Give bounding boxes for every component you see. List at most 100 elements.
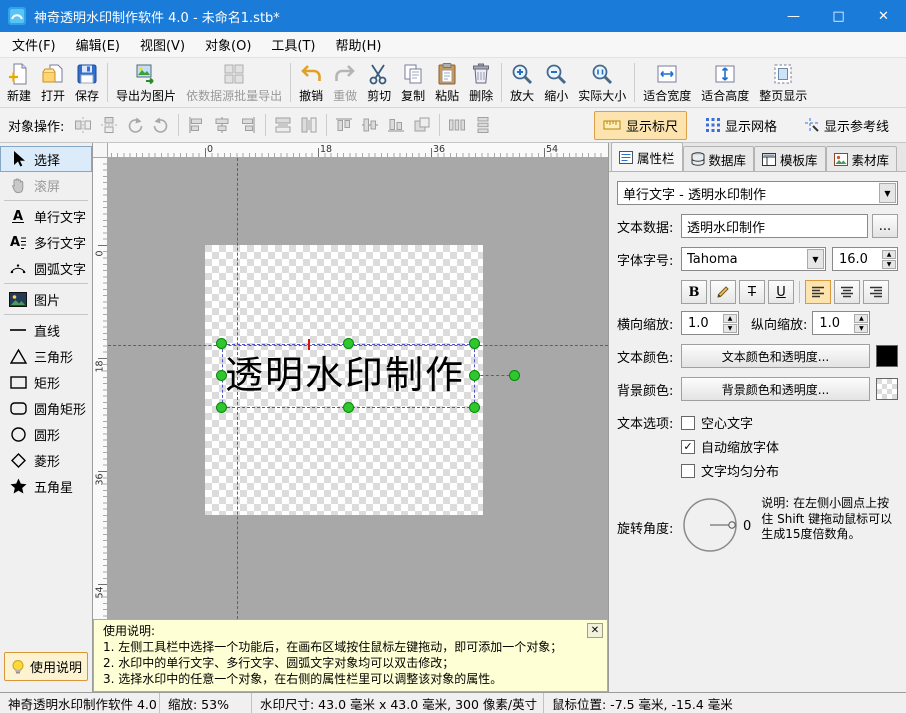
text-color-swatch[interactable] [876, 345, 898, 367]
selection-handle-top-left[interactable] [216, 338, 227, 349]
close-button[interactable]: ✕ [861, 0, 906, 32]
flip-horizontal-button[interactable] [70, 112, 96, 138]
tool-single-line-text[interactable]: A 单行文字 [0, 203, 92, 229]
underline-button[interactable]: U [768, 280, 794, 304]
bg-color-swatch[interactable] [876, 378, 898, 400]
save-button[interactable]: 保存 [70, 60, 104, 106]
delete-button[interactable]: 删除 [464, 60, 498, 106]
same-size-button[interactable] [409, 112, 435, 138]
tool-line[interactable]: 直线 [0, 317, 92, 343]
spin-down-icon[interactable]: ▼ [854, 324, 868, 333]
vertical-ruler[interactable]: 0 18 36 54 [93, 158, 108, 619]
tab-templates[interactable]: 模板库 [754, 146, 826, 171]
spin-up-icon[interactable]: ▲ [854, 314, 868, 323]
menu-file[interactable]: 文件(F) [2, 31, 66, 58]
align-center-horizontal-button[interactable] [209, 112, 235, 138]
help-close-button[interactable]: ✕ [587, 623, 603, 638]
tab-materials[interactable]: 素材库 [826, 146, 898, 171]
fit-height-button[interactable]: 适合高度 [696, 60, 754, 106]
align-center-button[interactable] [834, 280, 860, 304]
same-width-button[interactable] [270, 112, 296, 138]
open-button[interactable]: 打开 [36, 60, 70, 106]
distribute-vertical-button[interactable] [470, 112, 496, 138]
tool-rectangle[interactable]: 矩形 [0, 369, 92, 395]
flip-vertical-button[interactable] [96, 112, 122, 138]
object-selector[interactable]: 单行文字 - 透明水印制作 ▼ [617, 181, 898, 205]
selection-handle-bottom-right[interactable] [469, 402, 480, 413]
font-family-select[interactable]: Tahoma ▼ [681, 247, 826, 271]
autoscale-font-checkbox[interactable]: ✓ [681, 440, 695, 454]
actual-size-button[interactable]: 实际大小 [573, 60, 631, 106]
distribute-horizontal-button[interactable] [444, 112, 470, 138]
tool-multi-line-text[interactable]: A 多行文字 [0, 229, 92, 255]
tab-attributes[interactable]: 属性栏 [611, 142, 683, 171]
spin-up-icon[interactable]: ▲ [882, 250, 896, 259]
selection-handle-middle-left[interactable] [216, 370, 227, 381]
tool-diamond[interactable]: 菱形 [0, 447, 92, 473]
rot-right-button[interactable] [148, 112, 174, 138]
export-image-button[interactable]: 导出为图片 [111, 60, 181, 106]
show-grid-toggle[interactable]: 显示网格 [697, 111, 786, 140]
tool-triangle[interactable]: 三角形 [0, 343, 92, 369]
minimize-button[interactable]: — [771, 0, 816, 32]
menu-view[interactable]: 视图(V) [130, 31, 195, 58]
maximize-button[interactable]: □ [816, 0, 861, 32]
horizontal-ruler[interactable]: 0 18 36 54 [108, 143, 608, 158]
menu-tools[interactable]: 工具(T) [261, 31, 325, 58]
tool-star[interactable]: 五角星 [0, 473, 92, 499]
undo-button[interactable]: 撤销 [294, 60, 328, 106]
selection-handle-middle-right[interactable] [469, 370, 480, 381]
tool-circle[interactable]: 圆形 [0, 421, 92, 447]
selection-handle-bottom-center[interactable] [343, 402, 354, 413]
show-ruler-toggle[interactable]: 显示标尺 [594, 111, 687, 140]
v-scale-spinner[interactable]: 1.0 ▲▼ [812, 311, 870, 335]
strikethrough-button[interactable]: T [739, 280, 765, 304]
rotation-handle[interactable] [509, 370, 520, 381]
tool-image[interactable]: 图片 [0, 286, 92, 312]
tool-rounded-rectangle[interactable]: 圆角矩形 [0, 395, 92, 421]
bold-button[interactable]: B [681, 280, 707, 304]
h-scale-spinner[interactable]: 1.0 ▲▼ [681, 311, 739, 335]
tool-select[interactable]: 选择 [0, 146, 92, 172]
bg-color-button[interactable]: 背景颜色和透明度... [681, 377, 870, 401]
rotation-dial[interactable] [681, 496, 739, 554]
cut-button[interactable]: 剪切 [362, 60, 396, 106]
full-page-button[interactable]: 整页显示 [754, 60, 812, 106]
fit-width-button[interactable]: 适合宽度 [638, 60, 696, 106]
paste-button[interactable]: 粘贴 [430, 60, 464, 106]
align-left-button[interactable] [805, 280, 831, 304]
batch-export-button[interactable]: 依数据源批量导出 [181, 60, 287, 106]
selection-handle-top-center[interactable] [343, 338, 354, 349]
selection-handle-bottom-left[interactable] [216, 402, 227, 413]
same-height-button[interactable] [296, 112, 322, 138]
tab-database[interactable]: 数据库 [683, 146, 755, 171]
show-guides-toggle[interactable]: 显示参考线 [796, 111, 898, 140]
redo-button[interactable]: 重做 [328, 60, 362, 106]
italic-button[interactable] [710, 280, 736, 304]
menu-help[interactable]: 帮助(H) [326, 31, 392, 58]
rot-left-button[interactable] [122, 112, 148, 138]
new-button[interactable]: 新建 [2, 60, 36, 106]
canvas[interactable]: 透明水印制作 [108, 158, 608, 619]
font-size-spinner[interactable]: 16.0 ▲▼ [832, 247, 898, 271]
distribute-text-checkbox[interactable] [681, 464, 695, 478]
align-right-button-op[interactable] [235, 112, 261, 138]
copy-button[interactable]: 复制 [396, 60, 430, 106]
spin-down-icon[interactable]: ▼ [723, 324, 737, 333]
zoom-in-button[interactable]: 放大 [505, 60, 539, 106]
align-top-button[interactable] [331, 112, 357, 138]
text-data-input[interactable] [681, 214, 868, 238]
align-left-button-op[interactable] [183, 112, 209, 138]
spin-down-icon[interactable]: ▼ [882, 260, 896, 269]
usage-help-button[interactable]: 使用说明 [4, 652, 88, 681]
menu-edit[interactable]: 编辑(E) [66, 31, 130, 58]
align-bottom-button[interactable] [383, 112, 409, 138]
align-middle-button[interactable] [357, 112, 383, 138]
zoom-out-button[interactable]: 缩小 [539, 60, 573, 106]
tool-pan[interactable]: 滚屏 [0, 172, 92, 198]
spin-up-icon[interactable]: ▲ [723, 314, 737, 323]
menu-object[interactable]: 对象(O) [195, 31, 261, 58]
selection-handle-top-right[interactable] [469, 338, 480, 349]
watermark-text[interactable]: 透明水印制作 [225, 344, 465, 408]
hollow-text-checkbox[interactable] [681, 416, 695, 430]
